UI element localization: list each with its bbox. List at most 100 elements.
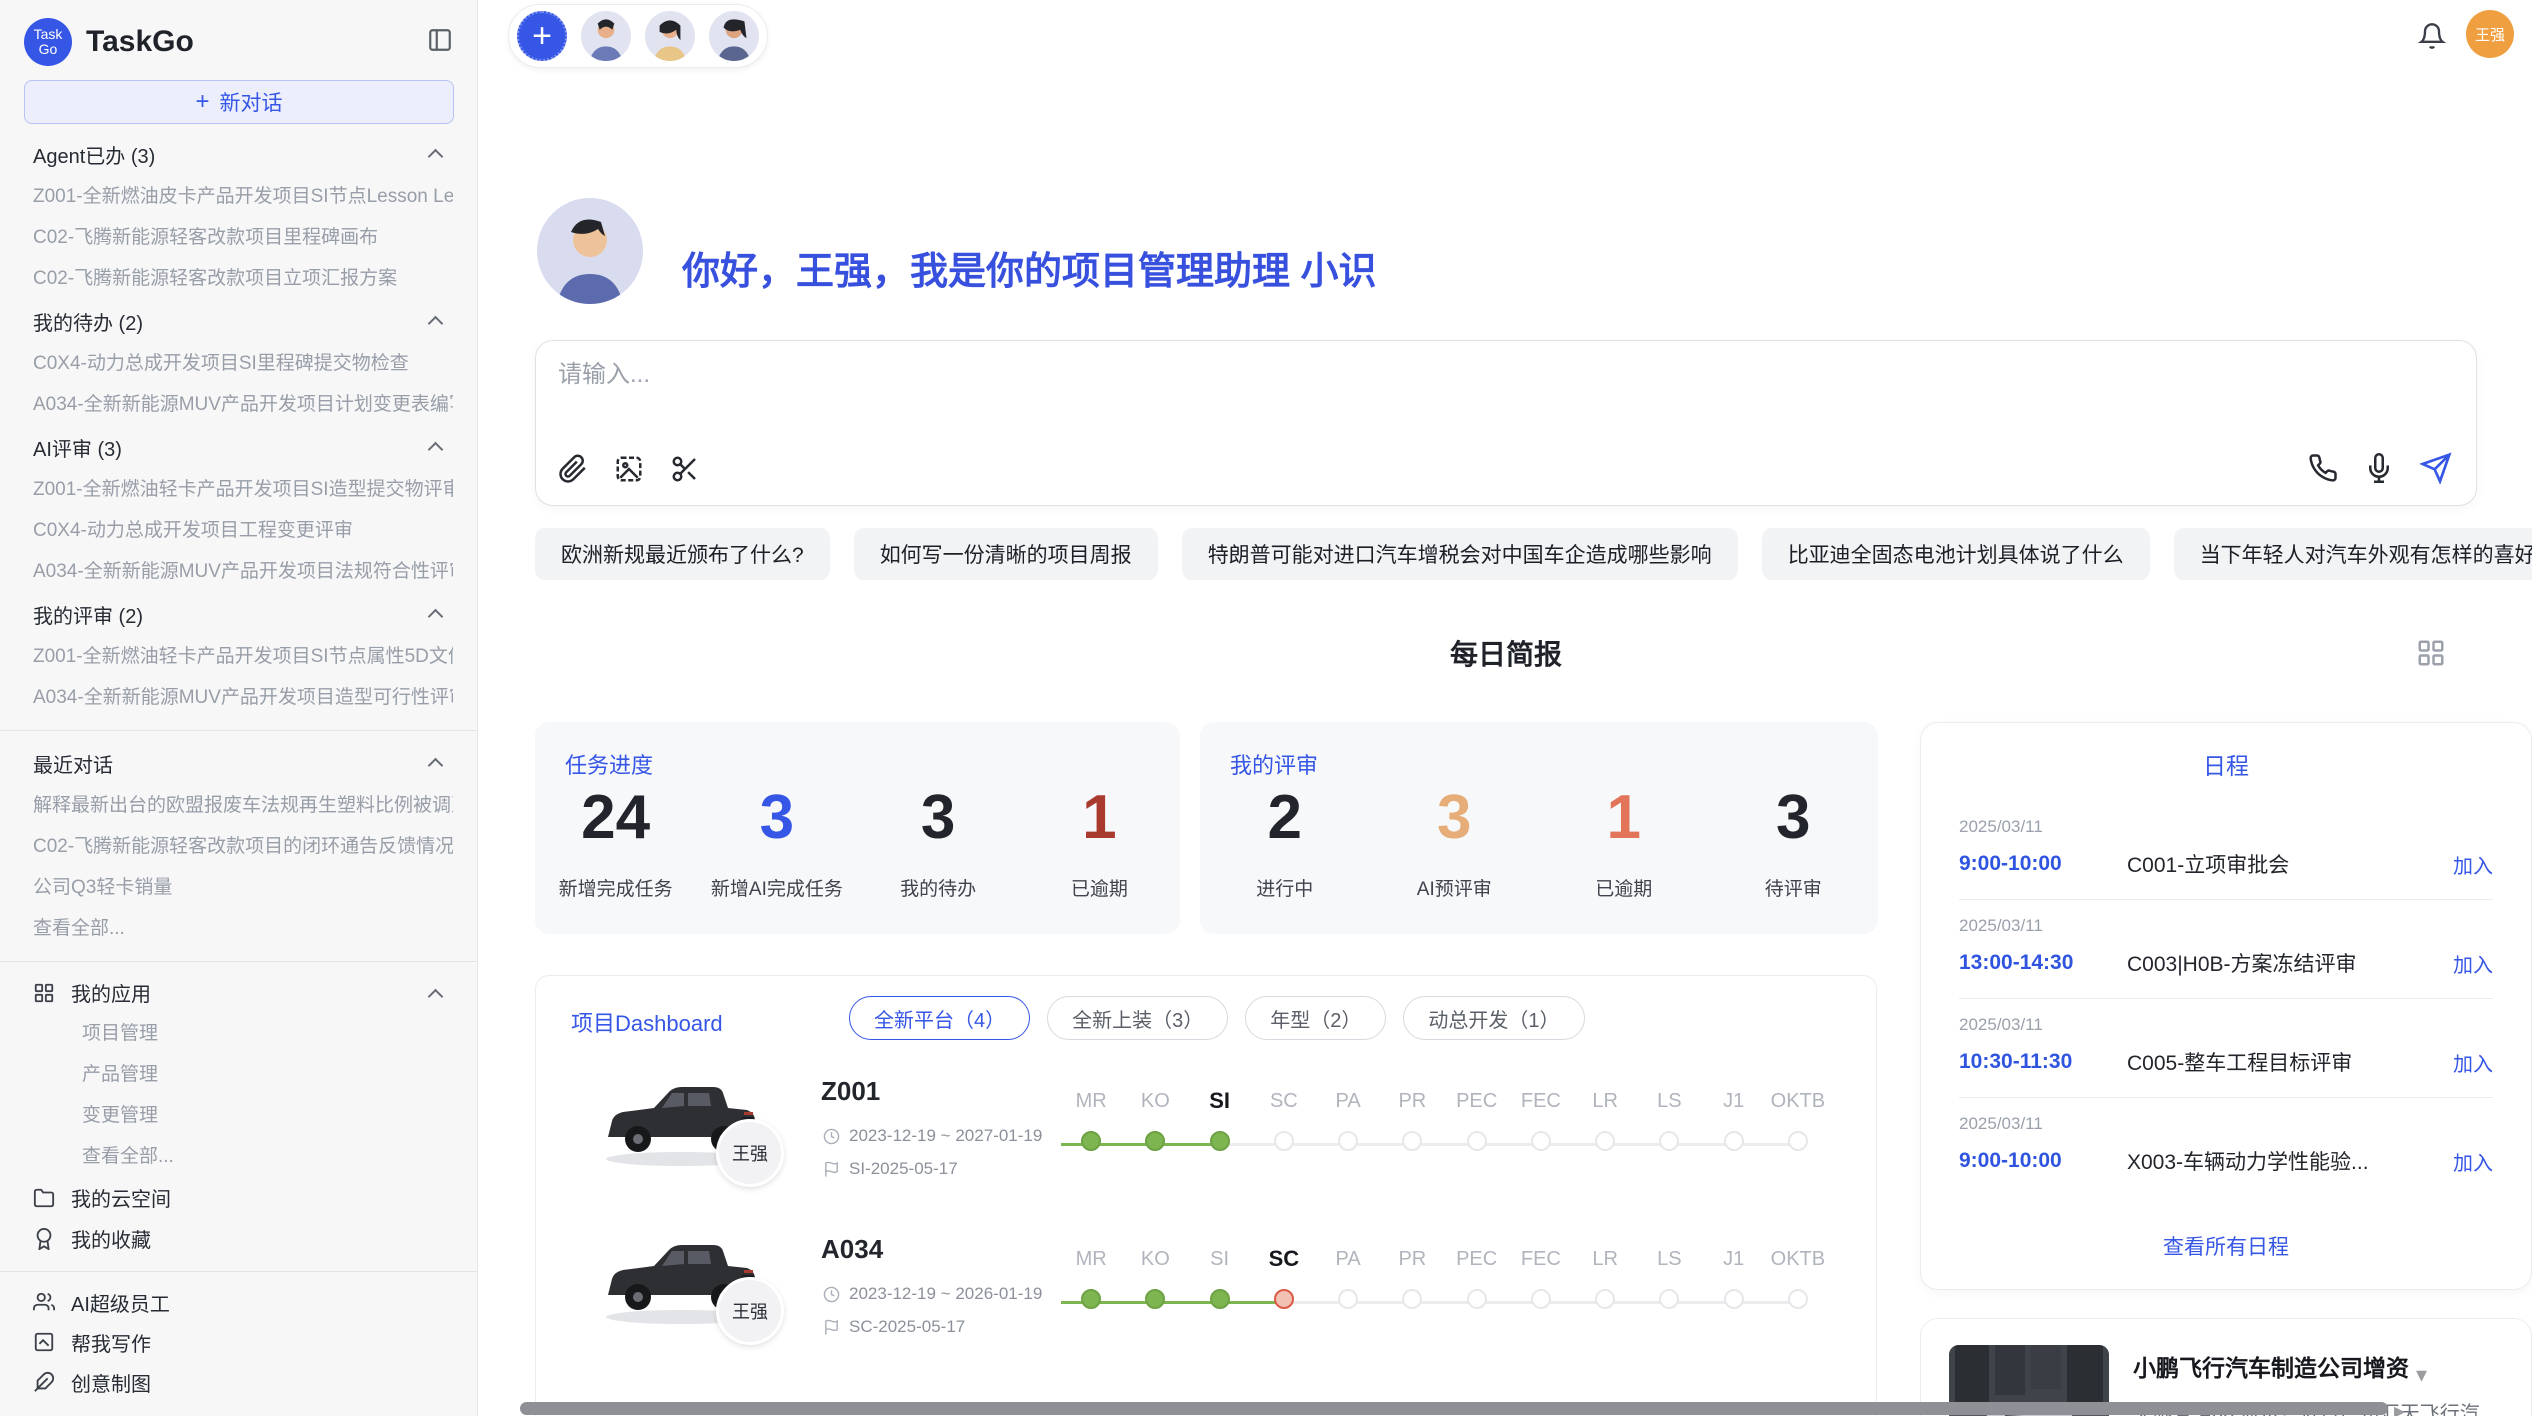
list-item[interactable]: C02-飞腾新能源轻客改款项目立项汇报方案 [24,258,453,299]
avatar[interactable] [645,11,695,61]
milestone-dot[interactable] [1724,1131,1744,1151]
chevron-up-icon[interactable] [428,442,444,458]
scissors-icon[interactable] [670,454,700,489]
section-agent-done[interactable]: Agent已办 (3) [24,132,453,176]
milestone-dot[interactable] [1402,1131,1422,1151]
view-all-schedule-link[interactable]: 查看所有日程 [1921,1231,2531,1261]
milestone-dot[interactable] [1145,1289,1165,1309]
join-link[interactable]: 加入 [2453,850,2493,879]
tab-new-body[interactable]: 全新上装（3） [1047,996,1228,1040]
section-my-review[interactable]: 我的评审 (2) [24,592,453,636]
milestone-dot[interactable] [1531,1289,1551,1309]
list-item[interactable]: C0X4-动力总成开发项目SI里程碑提交物检查 [24,343,453,384]
news-title[interactable]: 小鹏飞行汽车制造公司增资 [2133,1349,2409,1383]
suggestion-chip[interactable]: 比亚迪全固态电池计划具体说了什么 [1762,528,2150,580]
avatar[interactable] [581,11,631,61]
milestone-dot[interactable] [1338,1131,1358,1151]
user-avatar[interactable]: 王强 [2466,10,2514,58]
project-owner-badge: 王强 [716,1119,784,1187]
section-recent-chats[interactable]: 最近对话 [24,741,453,785]
sidebar-item-my-apps[interactable]: 我的应用 [24,972,453,1013]
tab-powertrain[interactable]: 动总开发（1） [1403,996,1584,1040]
project-code[interactable]: Z001 [821,1076,880,1107]
horizontal-scrollbar[interactable] [520,1402,2388,1415]
sidebar-item-creative-drawing[interactable]: 创意制图 [24,1362,453,1402]
chevron-up-icon[interactable] [428,989,444,1005]
milestone-dot[interactable] [1595,1289,1615,1309]
sidebar-item-ai-super-staff[interactable]: AI超级员工 [24,1282,453,1322]
tab-year-model[interactable]: 年型（2） [1245,996,1386,1040]
list-item[interactable]: 解释最新出台的欧盟报废车法规再生塑料比例被调至15%... [24,785,453,826]
milestone-dot[interactable] [1467,1289,1487,1309]
image-upload-icon[interactable] [614,454,644,489]
scroll-right-arrow[interactable]: ▸ [2394,1398,2405,1416]
suggestion-chip[interactable]: 当下年轻人对汽车外观有怎样的喜好趋势 [2174,528,2532,580]
list-item[interactable]: C02-飞腾新能源轻客改款项目里程碑画布 [24,217,453,258]
milestone-dot[interactable] [1145,1131,1165,1151]
project-code[interactable]: A034 [821,1234,883,1265]
project-owner-badge: 王强 [716,1277,784,1345]
app-title: TaskGo [86,25,194,59]
suggestion-chip[interactable]: 特朗普可能对进口汽车增税会对中国车企造成哪些影响 [1182,528,1738,580]
milestone-dot[interactable] [1338,1289,1358,1309]
chevron-up-icon[interactable] [428,316,444,332]
list-item[interactable]: C0X4-动力总成开发项目工程变更评审 [24,510,453,551]
list-item[interactable]: Z001-全新燃油轻卡产品开发项目SI节点属性5D文件评审 [24,636,453,677]
tab-new-platform[interactable]: 全新平台（4） [849,996,1030,1040]
milestone-dot[interactable] [1274,1131,1294,1151]
scroll-down-arrow[interactable]: ▾ [2416,1362,2427,1388]
milestone-dot[interactable] [1659,1131,1679,1151]
suggestion-chip[interactable]: 欧洲新规最近颁布了什么? [535,528,830,580]
join-link[interactable]: 加入 [2453,949,2493,978]
milestone-dot[interactable] [1467,1131,1487,1151]
sidebar-item-product-mgmt[interactable]: 产品管理 [24,1054,453,1095]
sidebar-item-help-me-write[interactable]: 帮我写作 [24,1322,453,1362]
section-my-todo[interactable]: 我的待办 (2) [24,299,453,343]
milestone-dot[interactable] [1210,1131,1230,1151]
milestone-dot[interactable] [1724,1289,1744,1309]
list-item[interactable]: A034-全新新能源MUV产品开发项目造型可行性评审 [24,677,453,718]
milestone-dot[interactable] [1210,1289,1230,1309]
milestone-dot[interactable] [1788,1131,1808,1151]
add-agent-button[interactable]: + [517,11,567,61]
milestone-dot-alert[interactable] [1274,1289,1294,1309]
sidebar-item-project-mgmt[interactable]: 项目管理 [24,1013,453,1054]
milestone-dot[interactable] [1402,1289,1422,1309]
milestone-dot[interactable] [1788,1289,1808,1309]
send-icon[interactable] [2420,452,2452,489]
layout-grid-icon[interactable] [2416,638,2446,673]
chevron-up-icon[interactable] [428,609,444,625]
chevron-up-icon[interactable] [428,149,444,165]
schedule-title: 日程 [1921,747,2531,781]
chat-input[interactable] [558,361,2158,389]
list-item[interactable]: 公司Q3轻卡销量 [24,867,453,908]
suggestion-chip[interactable]: 如何写一份清晰的项目周报 [854,528,1158,580]
section-ai-review[interactable]: AI评审 (3) [24,425,453,469]
avatar[interactable] [709,11,759,61]
notification-bell-icon[interactable] [2418,22,2446,55]
join-link[interactable]: 加入 [2453,1147,2493,1176]
sidebar-collapse-icon[interactable] [427,27,453,58]
list-item[interactable]: C02-飞腾新能源轻客改款项目的闭环通告反馈情况 [24,826,453,867]
sidebar-item-my-favorites[interactable]: 我的收藏 [24,1218,453,1259]
microphone-icon[interactable] [2364,453,2394,488]
milestone-dot[interactable] [1531,1131,1551,1151]
event-time: 9:00-10:00 [1959,852,2127,876]
list-item[interactable]: A034-全新新能源MUV产品开发项目法规符合性评审 [24,551,453,592]
milestone-dot[interactable] [1595,1131,1615,1151]
new-chat-button[interactable]: + 新对话 [24,80,454,124]
list-item[interactable]: Z001-全新燃油轻卡产品开发项目SI造型提交物评审 [24,469,453,510]
sidebar-item-my-cloud[interactable]: 我的云空间 [24,1177,453,1218]
list-item[interactable]: Z001-全新燃油皮卡产品开发项目SI节点Lesson Learn报告 [24,176,453,217]
milestone-dot[interactable] [1081,1131,1101,1151]
milestone-dot[interactable] [1081,1289,1101,1309]
view-all-apps[interactable]: 查看全部... [24,1136,453,1177]
view-all-chats[interactable]: 查看全部... [24,908,453,949]
chevron-up-icon[interactable] [428,758,444,774]
phone-icon[interactable] [2308,453,2338,488]
join-link[interactable]: 加入 [2453,1048,2493,1077]
list-item[interactable]: A034-全新新能源MUV产品开发项目计划变更表编写 [24,384,453,425]
sidebar-item-change-mgmt[interactable]: 变更管理 [24,1095,453,1136]
attachment-icon[interactable] [558,454,588,489]
milestone-dot[interactable] [1659,1289,1679,1309]
